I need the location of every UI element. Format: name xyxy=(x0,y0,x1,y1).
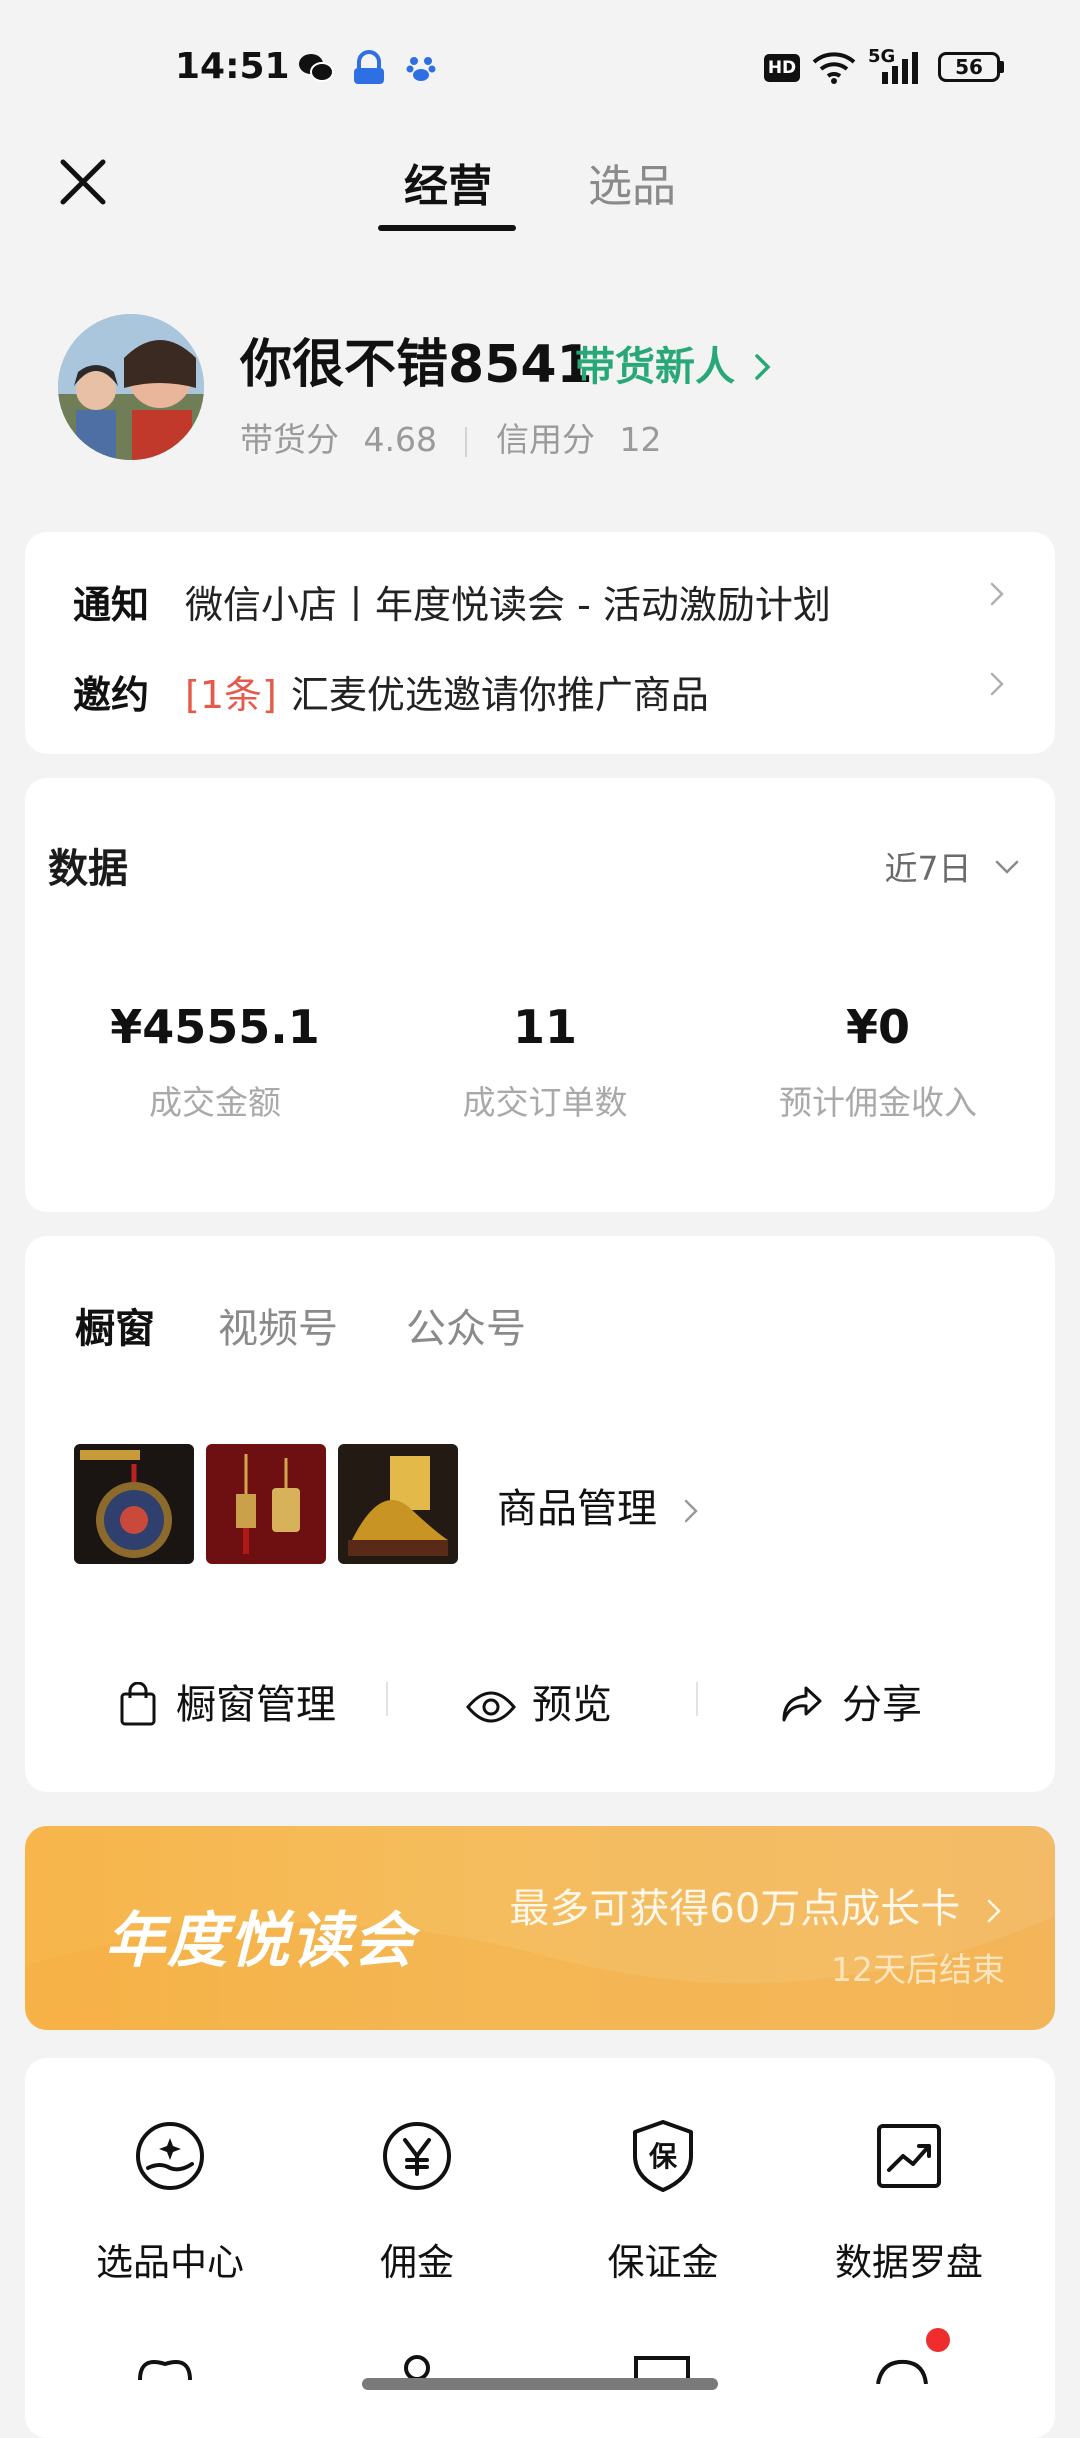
range-dropdown[interactable]: 近7日 xyxy=(885,842,1021,890)
notice-key: 通知 xyxy=(73,583,150,627)
yen-circle-icon xyxy=(383,2122,451,2190)
lock-app-icon xyxy=(354,50,384,84)
battery-icon: 56 xyxy=(938,52,1000,82)
tool-data-compass[interactable]: 数据罗盘 xyxy=(799,2116,1019,2286)
invite-row[interactable]: 邀约 [1条] 汇麦优选邀请你推广商品 xyxy=(73,664,709,719)
shopping-bag-icon xyxy=(120,1681,156,1726)
tool-commission[interactable]: 佣金 xyxy=(307,2116,527,2286)
metric-value: ¥0 xyxy=(845,1000,910,1054)
tool-label: 保证金 xyxy=(607,2241,719,2284)
score-line: 带货分 4.68 信用分 12 xyxy=(240,413,661,461)
tab-showcase[interactable]: 橱窗 xyxy=(75,1296,155,1354)
chevron-right-icon xyxy=(684,1499,698,1523)
metric-label: 成交金额 xyxy=(149,1083,281,1122)
home-indicator[interactable] xyxy=(362,2378,718,2390)
banner-countdown: 12天后结束 xyxy=(831,1950,1005,1989)
tool-selection-center[interactable]: 选品中心 xyxy=(60,2116,280,2286)
chart-up-icon xyxy=(877,2124,941,2188)
metric-label: 预计佣金收入 xyxy=(779,1083,977,1122)
credit-score-label: 信用分 xyxy=(495,420,595,459)
star-hand-icon xyxy=(136,2122,204,2190)
tool-label: 选品中心 xyxy=(96,2241,244,2284)
tool-label: 佣金 xyxy=(380,2241,454,2284)
battery-tip xyxy=(1000,61,1004,73)
tab-select-products[interactable]: 选品 xyxy=(588,150,676,214)
chevron-down-icon xyxy=(995,860,1019,874)
notice-row[interactable]: 通知 微信小店丨年度悦读会 - 活动激励计划 xyxy=(73,574,831,629)
preview-label: 预览 xyxy=(532,1682,612,1728)
share-label: 分享 xyxy=(842,1682,922,1728)
goods-manage-link[interactable]: 商品管理 xyxy=(497,1476,700,1534)
notice-text: 微信小店丨年度悦读会 - 活动激励计划 xyxy=(185,583,831,627)
divider xyxy=(386,1682,388,1716)
metric-gmv[interactable]: ¥4555.1 成交金额 xyxy=(45,1000,385,1124)
tool-label: 数据罗盘 xyxy=(835,2241,983,2284)
level-badge[interactable]: 带货新人 xyxy=(575,334,773,392)
heart-icon[interactable] xyxy=(130,2352,200,2382)
tool-deposit[interactable]: 保 保证金 xyxy=(553,2116,773,2286)
baidu-icon xyxy=(406,57,436,81)
invite-text: 汇麦优选邀请你推广商品 xyxy=(290,673,709,717)
wifi-icon xyxy=(812,52,856,84)
goods-manage-label: 商品管理 xyxy=(497,1486,657,1532)
tab-channels[interactable]: 视频号 xyxy=(218,1296,338,1354)
showcase-manage-button[interactable]: 橱窗管理 xyxy=(118,1672,336,1730)
eye-icon xyxy=(466,1691,516,1723)
chevron-right-icon xyxy=(755,354,771,380)
notification-dot xyxy=(926,2328,950,2352)
range-label: 近7日 xyxy=(884,849,972,888)
product-thumbnail[interactable] xyxy=(338,1444,458,1564)
chevron-right-icon xyxy=(987,1899,1001,1923)
share-icon xyxy=(782,1686,822,1722)
showcase-manage-label: 橱窗管理 xyxy=(176,1682,336,1728)
metric-orders[interactable]: 11 成交订单数 xyxy=(375,1000,715,1124)
product-thumbnail[interactable] xyxy=(74,1444,194,1564)
avatar[interactable] xyxy=(58,314,204,460)
metric-value: 11 xyxy=(512,1000,577,1054)
wechat-icon xyxy=(299,54,334,82)
metric-label: 成交订单数 xyxy=(462,1083,628,1122)
active-tab-indicator xyxy=(378,225,516,231)
sales-score: 4.68 xyxy=(363,420,437,459)
banner-reward-text: 最多可获得60万点成长卡 xyxy=(509,1886,961,1932)
credit-score: 12 xyxy=(619,420,662,459)
svg-text:保: 保 xyxy=(649,2140,678,2173)
chevron-right-icon xyxy=(990,672,1004,696)
status-bar: 14:51 HD 5G 56 xyxy=(0,0,1080,130)
invite-key: 邀约 xyxy=(73,673,150,717)
metric-value: ¥4555.1 xyxy=(110,1000,320,1054)
message-icon[interactable] xyxy=(872,2354,932,2384)
level-label: 带货新人 xyxy=(575,344,735,390)
metric-commission[interactable]: ¥0 预计佣金收入 xyxy=(708,1000,1048,1124)
status-time: 14:51 xyxy=(175,46,290,87)
product-thumbnail[interactable] xyxy=(206,1444,326,1564)
battery-level: 56 xyxy=(955,55,983,79)
invite-count: [1条] xyxy=(185,673,277,717)
close-icon[interactable] xyxy=(55,154,111,210)
share-button[interactable]: 分享 xyxy=(780,1672,922,1730)
notice-card: 通知 微信小店丨年度悦读会 - 活动激励计划 邀约 [1条] 汇麦优选邀请你推广商品 xyxy=(25,532,1055,754)
shield-bao-icon: 保 xyxy=(633,2120,693,2192)
banner-reward: 最多可获得60万点成长卡 xyxy=(509,1876,1003,1934)
preview-button[interactable]: 预览 xyxy=(466,1672,612,1730)
hd-badge: HD xyxy=(764,54,800,82)
chevron-right-icon xyxy=(990,582,1004,606)
user-name: 你很不错8541 xyxy=(240,335,593,395)
sales-score-label: 带货分 xyxy=(240,420,339,459)
data-title: 数据 xyxy=(48,846,128,892)
divider xyxy=(696,1682,698,1716)
tab-operate[interactable]: 经营 xyxy=(404,150,492,214)
signal-icon xyxy=(882,52,918,84)
tab-official-account[interactable]: 公众号 xyxy=(406,1296,526,1354)
banner-title: 年度悦读会 xyxy=(105,1906,415,1976)
divider xyxy=(465,426,468,457)
campaign-banner[interactable]: 年度悦读会 最多可获得60万点成长卡 12天后结束 xyxy=(25,1826,1055,2030)
